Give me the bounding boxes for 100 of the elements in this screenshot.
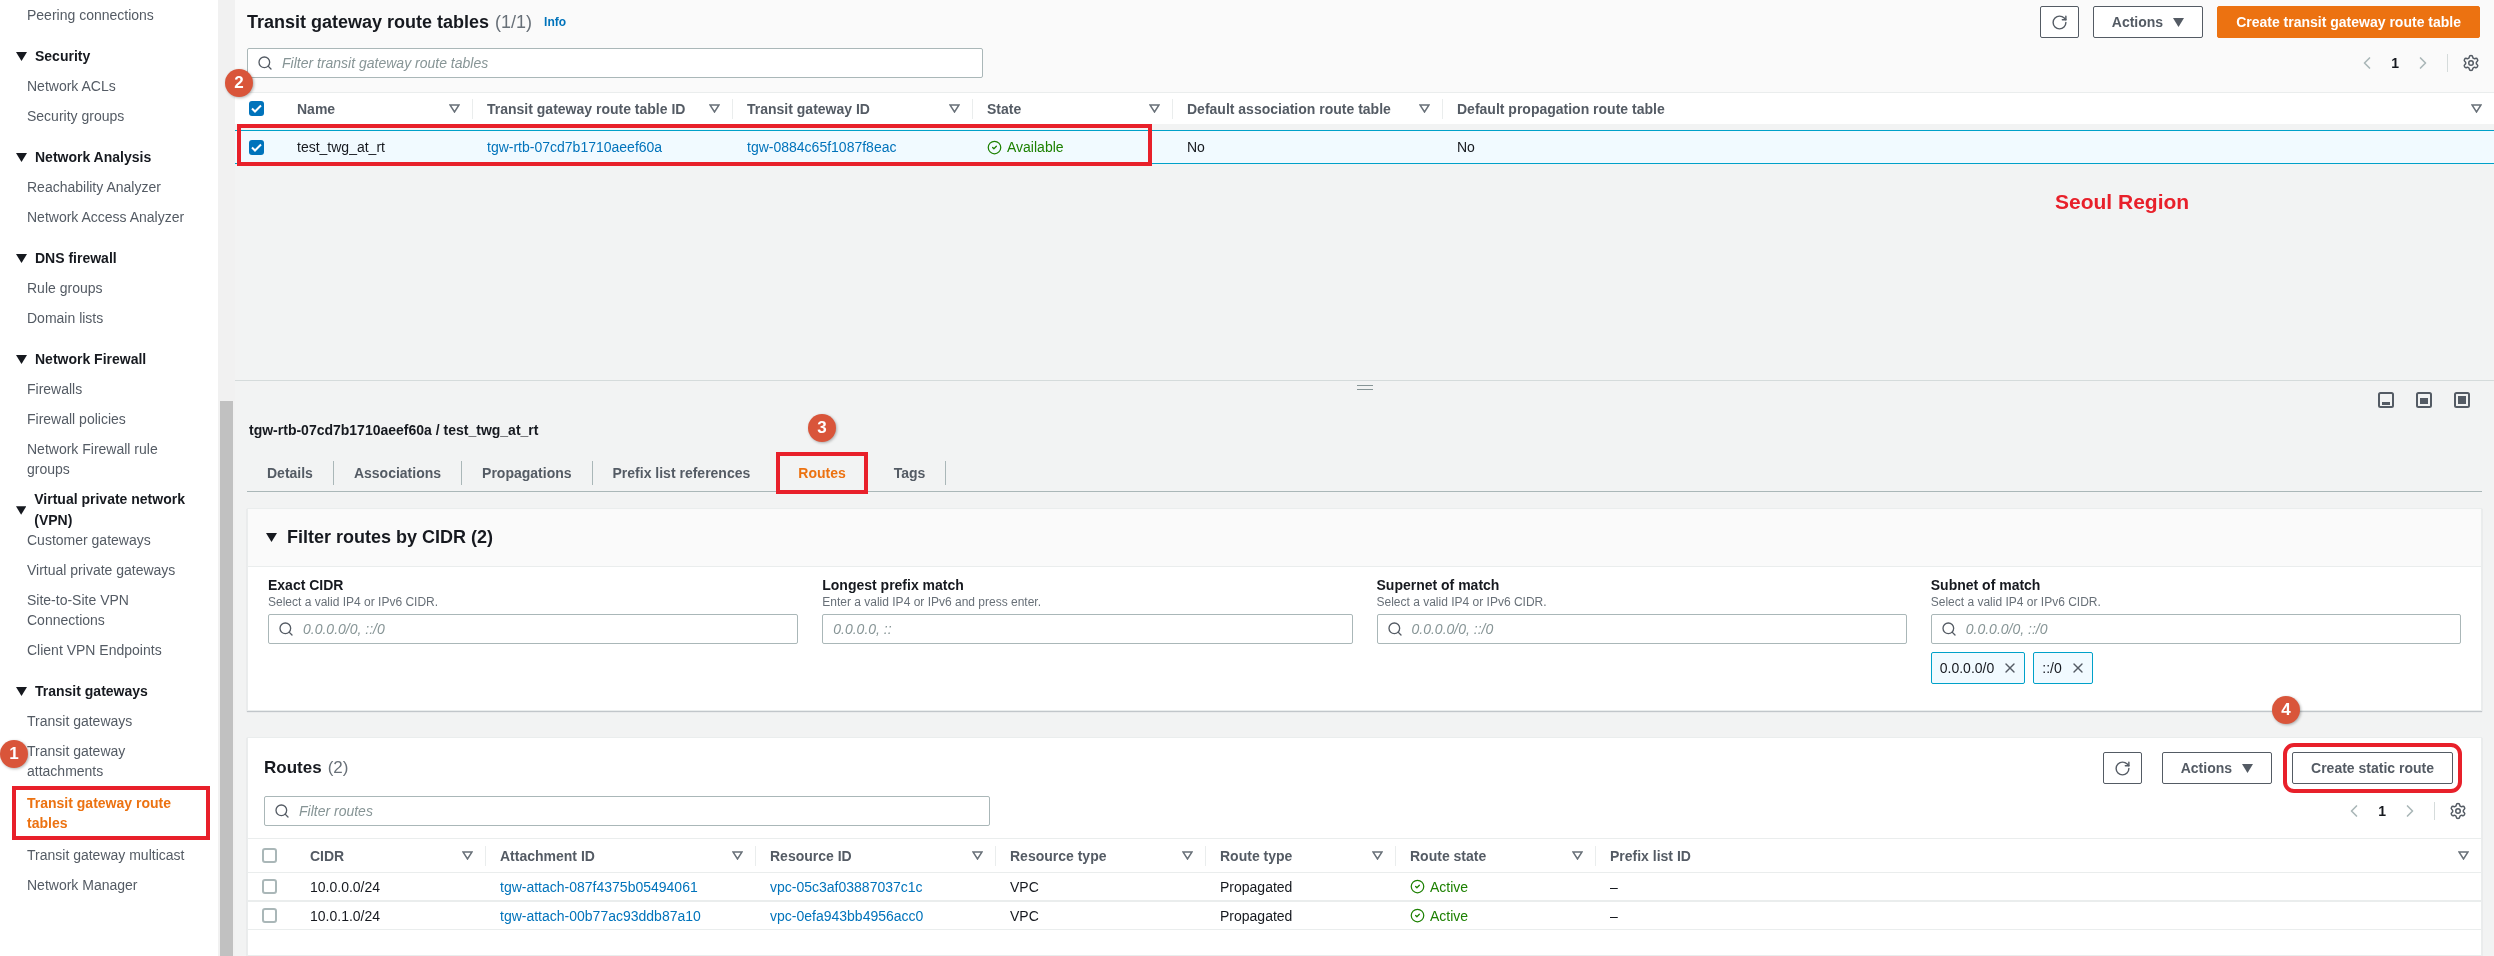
scrollbar[interactable] [218, 0, 235, 956]
column-header[interactable]: Route type [1220, 847, 1293, 864]
column-header[interactable]: CIDR [310, 847, 345, 864]
status-text: Active [1396, 878, 1596, 895]
sidebar-item[interactable]: Site-to-Site VPN Connections [27, 585, 210, 635]
search-icon [1940, 621, 1957, 637]
filter-icon[interactable] [1372, 851, 1383, 860]
sidebar-section-title[interactable]: DNS firewall [12, 243, 218, 273]
sidebar-item[interactable]: Virtual private gateways [27, 555, 210, 585]
filter-icon[interactable] [1182, 851, 1193, 860]
filter-icon[interactable] [949, 104, 960, 113]
column-header[interactable]: Name [297, 100, 336, 117]
column-header[interactable]: Transit gateway route table ID [487, 100, 686, 117]
table-cell-text: Propagated [1219, 878, 1294, 895]
sidebar-item[interactable]: Peering connections [27, 0, 210, 30]
filter-icon[interactable] [732, 851, 743, 860]
column-header[interactable]: Route state [1410, 847, 1487, 864]
checkbox[interactable] [262, 848, 277, 863]
checkbox[interactable] [249, 101, 264, 116]
filter-icon[interactable] [2471, 104, 2482, 113]
step-marker: 1 [0, 740, 28, 768]
input-field[interactable]: 0.0.0.0, :: [822, 614, 1353, 644]
sidebar-item[interactable]: Network ACLs [27, 71, 210, 101]
checkbox[interactable] [262, 908, 277, 923]
sidebar-item[interactable]: Security groups [27, 101, 210, 131]
sidebar-item[interactable]: Network Firewall rule groups [27, 434, 210, 484]
id-link[interactable]: tgw-rtb-07cd7b1710aeef60a [473, 139, 733, 155]
sidebar-item[interactable]: Network Access Analyzer [27, 202, 210, 232]
tab[interactable]: Tags [873, 460, 947, 485]
sidebar-item[interactable]: Client VPN Endpoints [27, 635, 210, 665]
column-header[interactable]: Default propagation route table [1457, 100, 1665, 117]
detail-title: tgw-rtb-07cd7b1710aeef60a / test_twg_at_rt [249, 422, 539, 438]
sidebar-item[interactable]: Transit gateways [27, 706, 210, 736]
actions-button[interactable]: Actions [2161, 752, 2273, 784]
sidebar-section-title[interactable]: Network Analysis [12, 142, 218, 172]
column-header[interactable]: State [987, 100, 1022, 117]
column-header[interactable]: Attachment ID [500, 847, 595, 864]
check-circle-icon [1410, 879, 1425, 894]
resize-handle[interactable] [1356, 385, 1373, 390]
check-circle-icon [987, 139, 1002, 155]
sidebar-section-title[interactable]: Network Firewall [12, 344, 218, 374]
panel-layout-icon[interactable] [2378, 392, 2394, 408]
settings-icon[interactable] [2449, 802, 2467, 820]
id-link[interactable]: tgw-0884c65f1087f8eac [733, 139, 973, 155]
field-label: Subnet of match [1930, 577, 2042, 594]
sidebar-item[interactable]: Transit gateway multicast [27, 840, 210, 870]
input-field[interactable]: 0.0.0.0/0, ::/0 [268, 614, 799, 644]
input-field[interactable]: 0.0.0.0/0, ::/0 [1930, 614, 2461, 644]
filter-icon[interactable] [1572, 851, 1583, 860]
filter-icon[interactable] [2458, 851, 2469, 860]
column-header[interactable]: Resource ID [770, 847, 852, 864]
tab[interactable]: Propagations [462, 460, 593, 485]
panel-layout-icon[interactable] [2416, 392, 2432, 408]
id-link[interactable]: vpc-0efa943bb4956acc0 [756, 907, 996, 924]
panel-title: Routes [264, 758, 322, 778]
sidebar-section-title[interactable]: Security [12, 41, 218, 71]
filter-icon[interactable] [972, 851, 983, 860]
tab[interactable]: Details [247, 460, 334, 485]
info-link[interactable]: Info [544, 15, 567, 29]
sidebar-item[interactable]: Reachability Analyzer [27, 172, 210, 202]
page-number[interactable]: 1 [2378, 803, 2386, 819]
check-circle-icon [1410, 908, 1425, 923]
column-header[interactable]: Prefix list ID [1610, 847, 1691, 864]
sidebar-item[interactable]: Firewall policies [27, 404, 210, 434]
table-cell-text: Propagated [1219, 907, 1294, 924]
checkbox[interactable] [249, 139, 264, 155]
id-link[interactable]: tgw-attach-087f4375b05494061 [486, 878, 756, 895]
actions-button[interactable]: Actions [2092, 6, 2204, 38]
sidebar-item[interactable]: Firewalls [27, 374, 210, 404]
field-description: Select a valid IP4 or IPv6 CIDR. [1930, 594, 2102, 610]
tab[interactable]: Associations [333, 460, 463, 485]
checkbox[interactable] [262, 879, 277, 894]
sidebar-item[interactable]: Network Manager [27, 870, 210, 900]
input-field[interactable]: 0.0.0.0/0, ::/0 [1376, 614, 1907, 644]
search-field[interactable]: Filter routes [264, 796, 990, 826]
refresh-button[interactable] [2102, 752, 2142, 784]
filter-icon[interactable] [449, 104, 460, 113]
sidebar-item[interactable]: Rule groups [27, 273, 210, 303]
panel-layout-icon[interactable] [2454, 392, 2470, 408]
column-header[interactable]: Default association route table [1187, 100, 1391, 117]
id-link[interactable]: vpc-05c3af03887037c1c [756, 878, 996, 895]
search-field[interactable]: Filter transit gateway route tables [247, 48, 983, 78]
sidebar-item[interactable]: Transit gateway attachments [27, 736, 210, 786]
sidebar-item[interactable]: Domain lists [27, 303, 210, 333]
filter-icon[interactable] [462, 851, 473, 860]
filter-icon[interactable] [709, 104, 720, 113]
settings-icon[interactable] [2462, 54, 2480, 72]
refresh-button[interactable] [2039, 6, 2079, 38]
page-number[interactable]: 1 [2391, 55, 2399, 71]
item-count: (1/1) [495, 11, 533, 34]
section-title[interactable]: Filter routes by CIDR (2) [287, 527, 494, 548]
filter-token: 0.0.0.0/0 [1930, 652, 2026, 684]
filter-icon[interactable] [1419, 104, 1430, 113]
column-header[interactable]: Resource type [1010, 847, 1107, 864]
filter-icon[interactable] [1149, 104, 1160, 113]
table-cell-text: 10.0.1.0/24 [309, 907, 382, 924]
column-header[interactable]: Transit gateway ID [747, 100, 870, 117]
sidebar-section-title[interactable]: Transit gateways [12, 676, 218, 706]
tab[interactable]: Prefix list references [592, 460, 771, 485]
id-link[interactable]: tgw-attach-00b77ac93ddb87a10 [486, 907, 756, 924]
